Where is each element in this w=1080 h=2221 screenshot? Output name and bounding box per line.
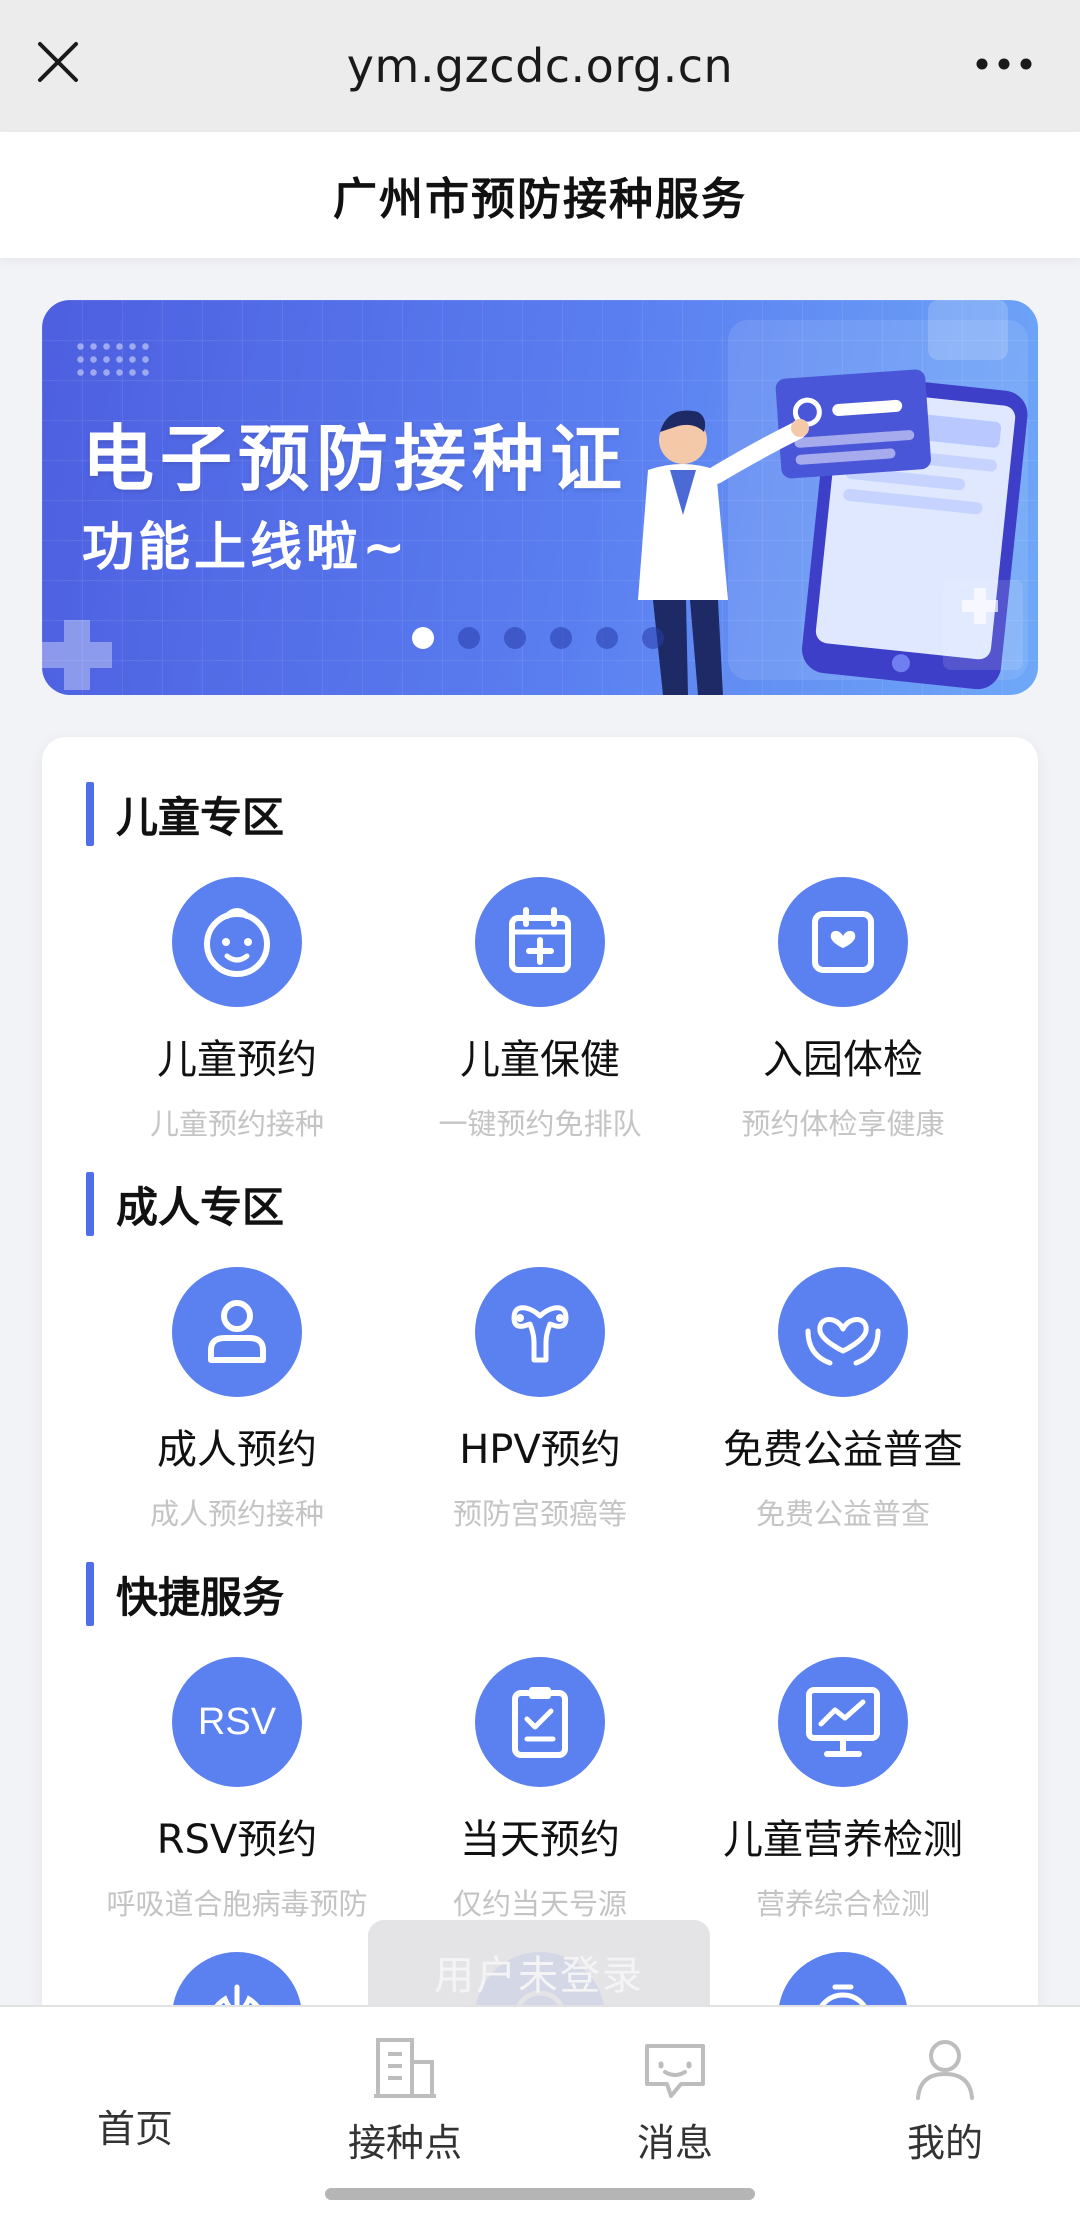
item-label: 免费公益普查 bbox=[723, 1427, 963, 1473]
nav-item-profile[interactable]: 我的 bbox=[810, 2007, 1080, 2167]
item-label: RSV预约 bbox=[156, 1817, 318, 1863]
children-appointment-button[interactable]: 儿童预约 儿童预约接种 bbox=[87, 877, 387, 1143]
monitor-chart-icon bbox=[778, 1657, 908, 1787]
item-label: 儿童预约 bbox=[157, 1037, 317, 1083]
item-subtitle: 免费公益普查 bbox=[755, 1497, 930, 1531]
kindergarten-checkup-button[interactable]: 入园体检 预约体检享健康 bbox=[693, 877, 993, 1143]
banner-title: 电子预防接种证 bbox=[82, 417, 629, 501]
services-card: 儿童专区 儿童预约 儿童预约接种 儿童保健 一键预约免排队 入园体检 预约体检享… bbox=[42, 737, 1038, 2027]
nav-label: 我的 bbox=[906, 2121, 983, 2165]
section-title-quick: 快捷服务 bbox=[86, 1562, 284, 1626]
banner-dot[interactable] bbox=[412, 627, 434, 649]
plus-decoration-icon bbox=[42, 620, 112, 690]
person-icon bbox=[172, 1267, 302, 1397]
page-header: 广州市预防接种服务 bbox=[0, 132, 1080, 258]
banner-dot[interactable] bbox=[596, 627, 618, 649]
item-label: 成人预约 bbox=[157, 1427, 317, 1473]
section-title-children: 儿童专区 bbox=[86, 782, 284, 846]
nav-item-home[interactable]: 首页 bbox=[0, 2007, 270, 2167]
close-icon[interactable] bbox=[30, 34, 86, 90]
page-title: 广州市预防接种服务 bbox=[333, 174, 747, 225]
item-label: 儿童保健 bbox=[460, 1037, 620, 1083]
item-subtitle: 预约体检享健康 bbox=[741, 1107, 945, 1141]
banner-dot[interactable] bbox=[458, 627, 480, 649]
item-subtitle: 预防宫颈癌等 bbox=[452, 1497, 627, 1531]
banner-subtitle: 功能上线啦~ bbox=[82, 518, 410, 578]
free-screening-button[interactable]: 免费公益普查 免费公益普查 bbox=[693, 1267, 993, 1533]
item-label: 儿童营养检测 bbox=[723, 1817, 963, 1863]
banner-dot-pattern bbox=[74, 340, 154, 380]
nav-label: 接种点 bbox=[347, 2121, 462, 2165]
item-subtitle: 一键预约免排队 bbox=[438, 1107, 642, 1141]
same-day-appointment-button[interactable]: 当天预约 仅约当天号源 bbox=[390, 1657, 690, 1923]
home-indicator bbox=[325, 2188, 755, 2200]
item-subtitle: 呼吸道合胞病毒预防 bbox=[106, 1887, 368, 1921]
nav-label: 消息 bbox=[636, 2121, 713, 2165]
item-label: 入园体检 bbox=[763, 1037, 923, 1083]
adult-appointment-button[interactable]: 成人预约 成人预约接种 bbox=[87, 1267, 387, 1533]
item-subtitle: 仅约当天号源 bbox=[452, 1887, 627, 1921]
nav-item-messages[interactable]: 消息 bbox=[540, 2007, 810, 2167]
browser-url: ym.gzcdc.org.cn bbox=[346, 39, 734, 93]
banner-dot[interactable] bbox=[642, 627, 664, 649]
nav-item-vaccination-sites[interactable]: 接种点 bbox=[270, 2007, 540, 2167]
rsv-appointment-button[interactable]: RSV RSV预约 呼吸道合胞病毒预防 bbox=[87, 1657, 387, 1923]
nutrition-test-button[interactable]: 儿童营养检测 营养综合检测 bbox=[693, 1657, 993, 1923]
section-title-adult: 成人专区 bbox=[86, 1172, 284, 1236]
browser-bar: ym.gzcdc.org.cn bbox=[0, 0, 1080, 132]
item-subtitle: 营养综合检测 bbox=[755, 1887, 930, 1921]
heart-card-icon bbox=[778, 877, 908, 1007]
baby-face-icon bbox=[172, 877, 302, 1007]
children-healthcare-button[interactable]: 儿童保健 一键预约免排队 bbox=[390, 877, 690, 1143]
banner-dot[interactable] bbox=[504, 627, 526, 649]
item-subtitle: 成人预约接种 bbox=[149, 1497, 324, 1531]
message-icon bbox=[645, 2044, 705, 2098]
user-icon bbox=[916, 2040, 974, 2100]
item-subtitle: 儿童预约接种 bbox=[149, 1107, 324, 1141]
doctor-phone-illustration bbox=[638, 300, 1028, 695]
uterus-icon bbox=[475, 1267, 605, 1397]
checklist-icon bbox=[475, 1657, 605, 1787]
more-icon[interactable] bbox=[968, 36, 1040, 92]
banner-pagination bbox=[412, 627, 664, 649]
building-icon bbox=[374, 2038, 436, 2098]
item-label: HPV预约 bbox=[459, 1427, 621, 1473]
hpv-appointment-button[interactable]: HPV预约 预防宫颈癌等 bbox=[390, 1267, 690, 1533]
rsv-icon-text: RSV bbox=[197, 1700, 277, 1743]
item-label: 当天预约 bbox=[460, 1817, 620, 1863]
rsv-icon: RSV bbox=[172, 1657, 302, 1787]
banner-dot[interactable] bbox=[550, 627, 572, 649]
promo-banner[interactable]: 电子预防接种证 功能上线啦~ bbox=[42, 300, 1038, 695]
heart-hands-icon bbox=[778, 1267, 908, 1397]
nav-label: 首页 bbox=[96, 2107, 173, 2151]
calendar-plus-icon bbox=[475, 877, 605, 1007]
